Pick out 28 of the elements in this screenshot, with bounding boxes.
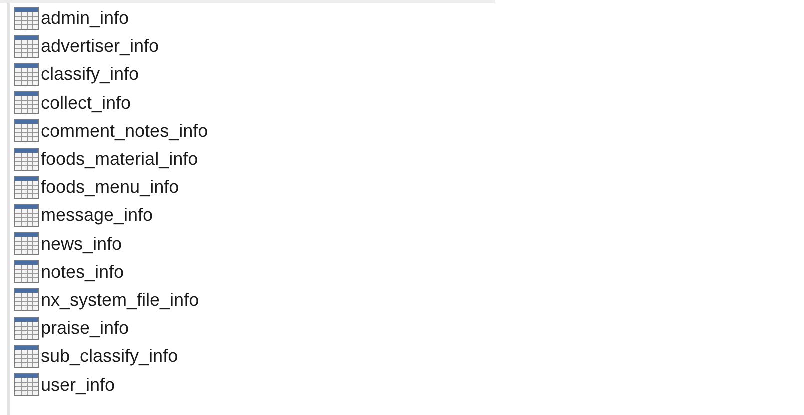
table-name[interactable]: collect_info [41, 94, 132, 112]
table-name[interactable]: news_info [41, 234, 122, 253]
table-icon [14, 316, 39, 340]
table-icon [14, 288, 39, 312]
table-name[interactable]: nx_system_file_info [41, 290, 200, 309]
table-name[interactable]: foods_material_info [41, 150, 198, 168]
table-name[interactable]: comment_notes_info [41, 122, 208, 140]
table-icon [14, 260, 39, 284]
table-icon [14, 34, 39, 58]
table-name[interactable]: advertiser_info [41, 37, 160, 56]
table-name[interactable]: message_info [41, 206, 154, 224]
table-name[interactable]: admin_info [41, 9, 130, 28]
table-icon [14, 62, 39, 86]
table-name[interactable]: classify_info [41, 65, 140, 84]
table-icon [14, 148, 39, 171]
table-name[interactable]: praise_info [41, 319, 130, 338]
table-icon [14, 176, 39, 199]
table-icon [14, 204, 39, 227]
table-icon [14, 91, 39, 114]
table-icon [14, 119, 39, 142]
table-icon [14, 344, 39, 368]
table-name[interactable]: notes_info [41, 262, 124, 281]
table-icon [14, 373, 39, 396]
table-name[interactable]: sub_classify_info [41, 347, 178, 366]
table-name[interactable]: user_info [41, 376, 116, 394]
table-name[interactable]: foods_menu_info [41, 178, 180, 196]
table-icon [14, 232, 39, 256]
table-icon [14, 6, 39, 30]
